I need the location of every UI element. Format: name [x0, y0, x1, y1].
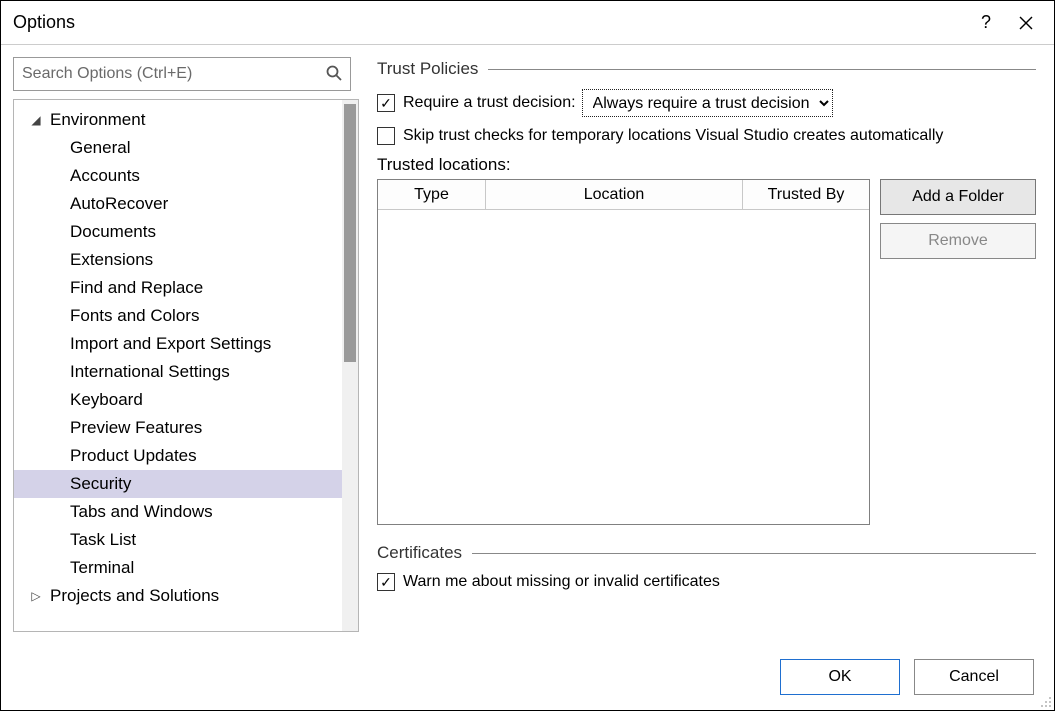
search-wrap — [13, 57, 351, 91]
tree-item-label: Import and Export Settings — [70, 334, 271, 354]
cancel-button[interactable]: Cancel — [914, 659, 1034, 695]
chevron-down-icon[interactable]: ◢ — [28, 113, 44, 127]
trusted-locations-grid[interactable]: Type Location Trusted By — [377, 179, 870, 525]
tree-item-label: Accounts — [70, 166, 140, 186]
tree-item-general[interactable]: General — [14, 134, 342, 162]
tree-item-label: General — [70, 138, 130, 158]
tree-item-label: AutoRecover — [70, 194, 168, 214]
tree-item-international-settings[interactable]: International Settings — [14, 358, 342, 386]
tree-item-label: Security — [70, 474, 131, 494]
tree-scroll-thumb[interactable] — [344, 104, 356, 362]
trusted-locations-label: Trusted locations: — [377, 155, 1036, 175]
warn-certificates-checkbox[interactable] — [377, 573, 395, 591]
tree-item-task-list[interactable]: Task List — [14, 526, 342, 554]
skip-temp-checks-label: Skip trust checks for temporary location… — [403, 127, 943, 145]
close-icon — [1018, 15, 1034, 31]
tree-item-label: Preview Features — [70, 418, 202, 438]
tree-item-preview-features[interactable]: Preview Features — [14, 414, 342, 442]
certificates-label: Certificates — [377, 543, 472, 563]
tree-item-terminal[interactable]: Terminal — [14, 554, 342, 582]
tree-item-label: International Settings — [70, 362, 230, 382]
ok-button[interactable]: OK — [780, 659, 900, 695]
tree-item-label: Extensions — [70, 250, 153, 270]
tree-item-label: Find and Replace — [70, 278, 203, 298]
tree-item-autorecover[interactable]: AutoRecover — [14, 190, 342, 218]
tree-item-documents[interactable]: Documents — [14, 218, 342, 246]
require-trust-decision-checkbox[interactable] — [377, 94, 395, 112]
right-pane: Trust Policies Require a trust decision:… — [359, 45, 1054, 644]
tree-item-fonts-and-colors[interactable]: Fonts and Colors — [14, 302, 342, 330]
add-folder-button[interactable]: Add a Folder — [880, 179, 1036, 215]
tree-item-label: Tabs and Windows — [70, 502, 213, 522]
tree-item-security[interactable]: Security — [14, 470, 342, 498]
left-pane: ◢ Environment General Accounts AutoRecover Do… — [1, 45, 359, 644]
trust-decision-select[interactable]: Always require a trust decision — [582, 89, 833, 117]
tree-item-label: Documents — [70, 222, 156, 242]
tree-item-find-and-replace[interactable]: Find and Replace — [14, 274, 342, 302]
chevron-right-icon[interactable]: ▷ — [28, 589, 44, 603]
trust-policies-group: Trust Policies Require a trust decision:… — [377, 59, 1036, 525]
resize-grip-icon[interactable] — [1038, 694, 1052, 708]
tree-item-import-and-export-settings[interactable]: Import and Export Settings — [14, 330, 342, 358]
options-tree: ◢ Environment General Accounts AutoRecover Do… — [13, 99, 359, 632]
dialog-footer: OK Cancel — [1, 644, 1054, 710]
tree-item-label: Task List — [70, 530, 136, 550]
tree-item-product-updates[interactable]: Product Updates — [14, 442, 342, 470]
col-type[interactable]: Type — [378, 180, 486, 209]
tree-item-tabs-and-windows[interactable]: Tabs and Windows — [14, 498, 342, 526]
close-button[interactable] — [1006, 15, 1046, 31]
group-separator — [488, 69, 1036, 70]
window-title: Options — [9, 12, 966, 33]
require-trust-decision-label: Require a trust decision: — [403, 94, 576, 112]
search-input[interactable] — [13, 57, 351, 91]
tree-item-label: Environment — [50, 110, 145, 130]
tree-item-environment[interactable]: ◢ Environment — [14, 106, 342, 134]
tree-item-accounts[interactable]: Accounts — [14, 162, 342, 190]
col-trusted-by[interactable]: Trusted By — [743, 180, 869, 209]
tree-item-extensions[interactable]: Extensions — [14, 246, 342, 274]
help-button[interactable]: ? — [966, 12, 1006, 33]
tree-item-label: Projects and Solutions — [50, 586, 219, 606]
tree-item-projects-and-solutions[interactable]: ▷ Projects and Solutions — [14, 582, 342, 610]
remove-button: Remove — [880, 223, 1036, 259]
grid-header: Type Location Trusted By — [378, 180, 869, 210]
titlebar: Options ? — [1, 1, 1054, 45]
warn-certificates-label: Warn me about missing or invalid certifi… — [403, 573, 720, 591]
col-location[interactable]: Location — [486, 180, 743, 209]
tree-item-keyboard[interactable]: Keyboard — [14, 386, 342, 414]
group-separator — [472, 553, 1036, 554]
tree-scrollbar[interactable] — [342, 100, 358, 631]
certificates-group: Certificates Warn me about missing or in… — [377, 543, 1036, 591]
tree-item-label: Fonts and Colors — [70, 306, 199, 326]
tree-item-label: Terminal — [70, 558, 134, 578]
tree-item-label: Keyboard — [70, 390, 143, 410]
trust-policies-label: Trust Policies — [377, 59, 488, 79]
search-icon — [325, 64, 343, 87]
skip-temp-checks-checkbox[interactable] — [377, 127, 395, 145]
tree-item-label: Product Updates — [70, 446, 197, 466]
